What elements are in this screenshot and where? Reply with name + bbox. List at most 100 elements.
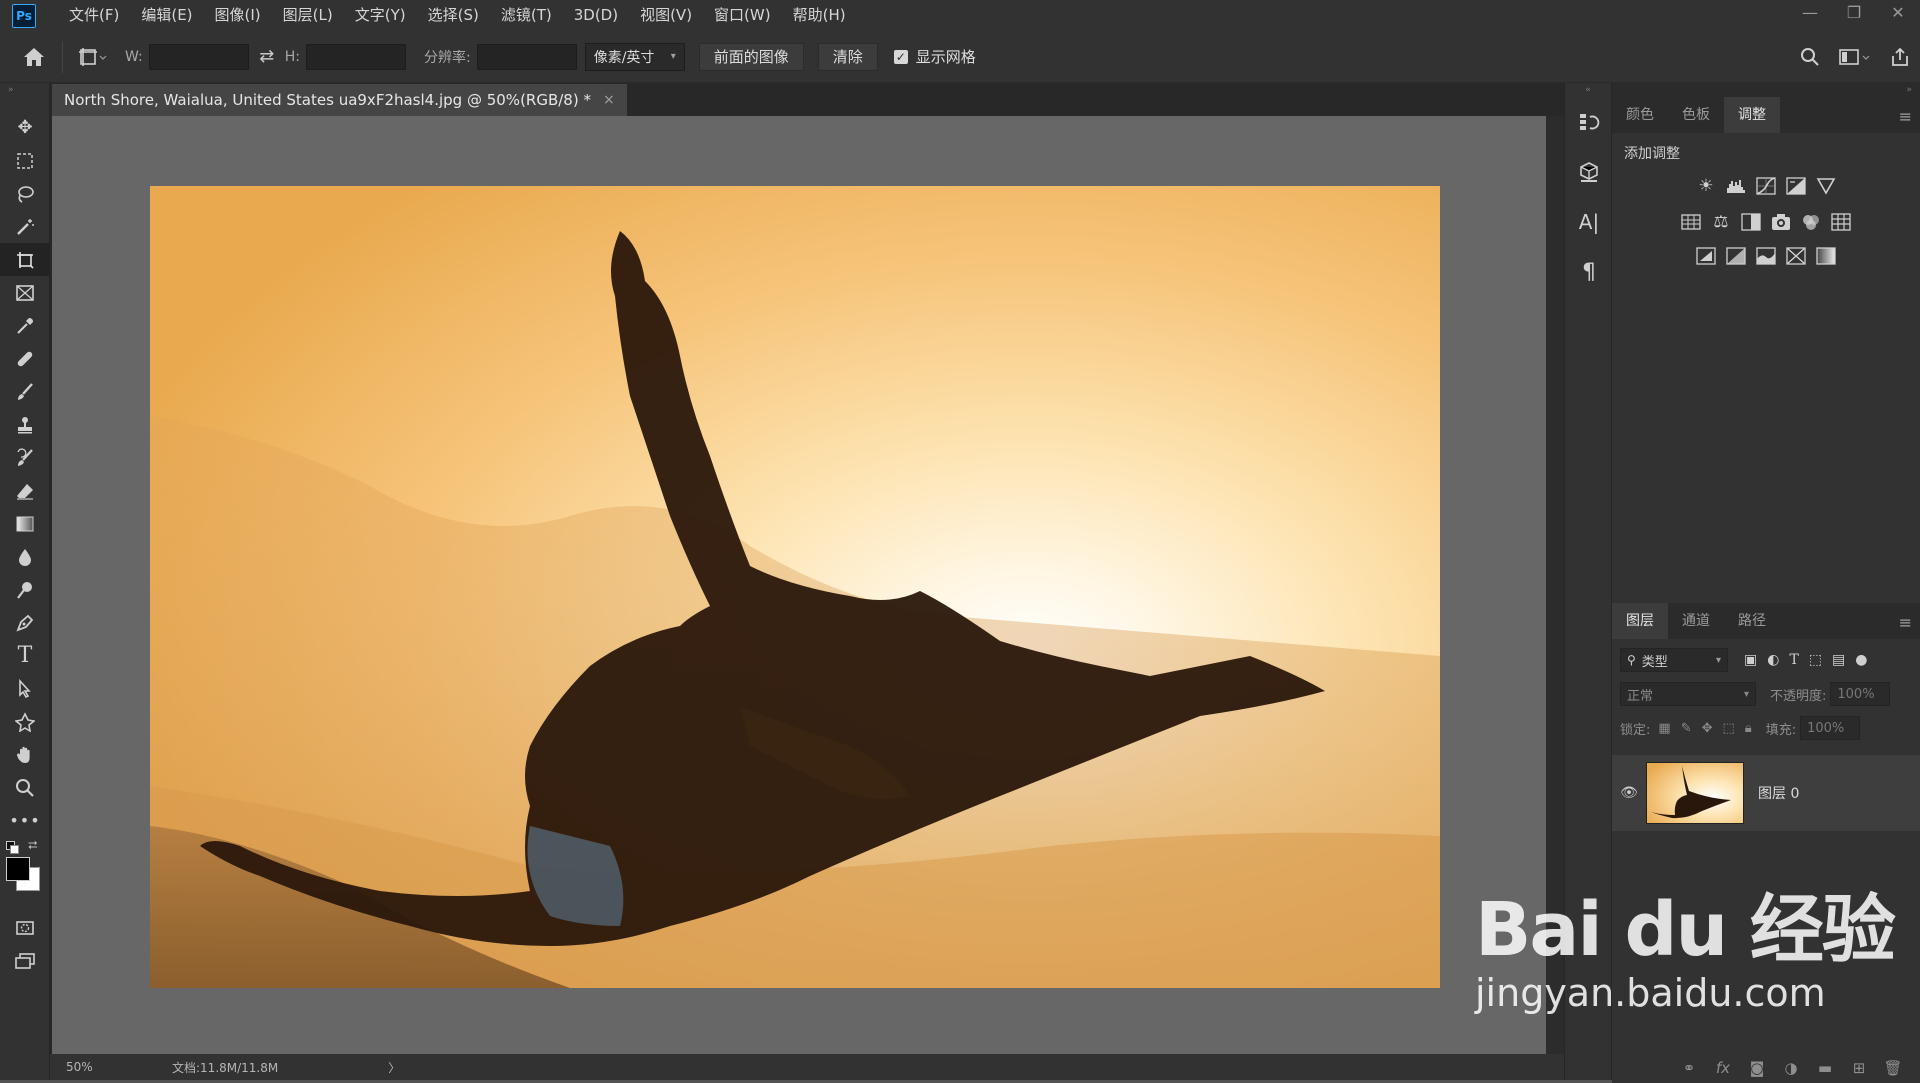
photo-filter-icon[interactable] bbox=[1770, 211, 1792, 233]
restore-button[interactable]: ❐ bbox=[1832, 0, 1876, 24]
dodge-tool-icon[interactable] bbox=[0, 573, 50, 606]
hue-saturation-icon[interactable] bbox=[1680, 211, 1702, 233]
minimize-button[interactable]: — bbox=[1788, 0, 1832, 24]
menu-item-0[interactable]: 文件(F) bbox=[58, 0, 130, 31]
blend-mode-select[interactable]: 正常 ▾ bbox=[1620, 682, 1756, 706]
path-selection-tool-icon[interactable] bbox=[0, 672, 50, 705]
shape-layer-filter-icon[interactable]: ⬚ bbox=[1809, 652, 1822, 668]
custom-shape-tool-icon[interactable] bbox=[0, 705, 50, 738]
tab-layers[interactable]: 图层 bbox=[1612, 603, 1668, 639]
threshold-icon[interactable] bbox=[1755, 245, 1777, 267]
curves-icon[interactable] bbox=[1755, 175, 1777, 197]
lasso-tool-icon[interactable] bbox=[0, 177, 50, 210]
document-image[interactable] bbox=[150, 186, 1440, 988]
color-balance-icon[interactable]: ⚖ bbox=[1710, 211, 1732, 233]
menu-item-10[interactable]: 帮助(H) bbox=[782, 0, 857, 31]
fx-icon[interactable]: fx bbox=[1706, 1059, 1740, 1077]
default-colors-icon[interactable] bbox=[6, 841, 19, 854]
menu-item-3[interactable]: 图层(L) bbox=[272, 0, 344, 31]
delete-layer-icon[interactable]: 🗑︎ bbox=[1876, 1059, 1910, 1077]
tab-adjustments[interactable]: 调整 bbox=[1724, 97, 1780, 133]
adjustment-layer-filter-icon[interactable]: ◐ bbox=[1767, 652, 1779, 668]
visibility-eye-icon[interactable]: 👁︎ bbox=[1612, 785, 1646, 801]
swap-icon[interactable]: ⇄ bbox=[249, 46, 285, 67]
layer-filter-select[interactable]: ⚲ 类型 ▾ bbox=[1620, 648, 1728, 672]
resolution-input[interactable] bbox=[476, 43, 577, 70]
magic-wand-tool-icon[interactable] bbox=[0, 210, 50, 243]
share-icon[interactable] bbox=[1890, 47, 1910, 67]
width-input[interactable] bbox=[148, 43, 249, 70]
levels-icon[interactable] bbox=[1725, 175, 1747, 197]
tab-channels[interactable]: 通道 bbox=[1668, 603, 1724, 639]
menu-item-4[interactable]: 文字(Y) bbox=[344, 0, 417, 31]
menu-item-5[interactable]: 选择(S) bbox=[417, 0, 490, 31]
vibrance-icon[interactable] bbox=[1815, 175, 1837, 197]
brightness-icon[interactable]: ☀ bbox=[1695, 175, 1717, 197]
panel-menu-icon[interactable]: ≡ bbox=[1899, 107, 1912, 126]
healing-brush-tool-icon[interactable] bbox=[0, 342, 50, 375]
workspace-icon[interactable] bbox=[1838, 47, 1872, 67]
filter-toggle-icon[interactable]: ● bbox=[1855, 652, 1867, 668]
layer-name[interactable]: 图层 0 bbox=[1758, 783, 1799, 803]
gradient-tool-icon[interactable] bbox=[0, 507, 50, 540]
screen-mode-icon[interactable] bbox=[0, 944, 50, 977]
menu-item-7[interactable]: 3D(D) bbox=[563, 0, 629, 31]
more-tools-icon[interactable]: ••• bbox=[0, 804, 50, 837]
tab-swatches[interactable]: 色板 bbox=[1668, 97, 1724, 133]
unit-select[interactable]: 像素/英寸 ▾ bbox=[584, 42, 685, 71]
history-brush-tool-icon[interactable] bbox=[0, 441, 50, 474]
paragraph-panel-icon[interactable]: ¶ bbox=[1565, 247, 1613, 297]
perspective-crop-tool-icon[interactable] bbox=[0, 243, 50, 276]
frame-tool-icon[interactable] bbox=[0, 276, 50, 309]
pen-tool-icon[interactable] bbox=[0, 606, 50, 639]
zoom-level[interactable]: 50% bbox=[66, 1060, 156, 1074]
history-panel-icon[interactable] bbox=[1565, 97, 1613, 147]
new-group-icon[interactable]: ▬ bbox=[1808, 1059, 1842, 1077]
menu-item-1[interactable]: 编辑(E) bbox=[130, 0, 203, 31]
posterize-icon[interactable] bbox=[1725, 245, 1747, 267]
opacity-input[interactable]: 100% bbox=[1830, 682, 1891, 706]
move-tool-icon[interactable]: ✥ bbox=[0, 111, 50, 144]
clear-button[interactable]: 清除 bbox=[817, 42, 878, 71]
gradient-map-icon[interactable] bbox=[1815, 245, 1837, 267]
character-panel-icon[interactable]: A| bbox=[1565, 197, 1613, 247]
new-adjustment-icon[interactable]: ◑ bbox=[1774, 1059, 1808, 1077]
close-tab-icon[interactable]: × bbox=[603, 92, 615, 108]
blur-tool-icon[interactable] bbox=[0, 540, 50, 573]
tab-paths[interactable]: 路径 bbox=[1724, 603, 1780, 639]
strip-collapse-icon[interactable]: « bbox=[1565, 83, 1611, 97]
brush-tool-icon[interactable] bbox=[0, 375, 50, 408]
link-layers-icon[interactable]: ⚭ bbox=[1672, 1059, 1706, 1077]
tab-color[interactable]: 颜色 bbox=[1612, 97, 1668, 133]
lock-all-icon[interactable]: 🔒︎ bbox=[1745, 721, 1752, 736]
swap-colors-icon[interactable]: ⮂ bbox=[28, 838, 38, 853]
toolbar-collapse-icon[interactable]: » bbox=[0, 83, 49, 111]
layers-panel-menu-icon[interactable]: ≡ bbox=[1899, 613, 1912, 632]
pixel-layer-filter-icon[interactable]: ▣ bbox=[1744, 652, 1757, 668]
document-tab[interactable]: North Shore, Waialua, United States ua9x… bbox=[52, 84, 627, 116]
hand-tool-icon[interactable] bbox=[0, 738, 50, 771]
black-white-icon[interactable] bbox=[1740, 211, 1762, 233]
height-input[interactable] bbox=[306, 43, 406, 70]
type-tool-icon[interactable]: T bbox=[0, 639, 50, 672]
zoom-tool-icon[interactable] bbox=[0, 771, 50, 804]
layer-row[interactable]: 👁︎ 图层 0 bbox=[1612, 755, 1920, 831]
quick-mask-icon[interactable] bbox=[0, 911, 50, 944]
panels-collapse-icon[interactable]: » bbox=[1612, 83, 1920, 97]
marquee-tool-icon[interactable] bbox=[0, 144, 50, 177]
clone-stamp-tool-icon[interactable] bbox=[0, 408, 50, 441]
eraser-tool-icon[interactable] bbox=[0, 474, 50, 507]
lock-position-icon[interactable]: ✥ bbox=[1702, 721, 1713, 736]
search-icon[interactable] bbox=[1800, 47, 1820, 67]
invert-icon[interactable] bbox=[1695, 245, 1717, 267]
lock-artboard-icon[interactable]: ⬚ bbox=[1723, 721, 1735, 736]
lock-image-icon[interactable]: ✎ bbox=[1681, 721, 1692, 736]
type-layer-filter-icon[interactable]: T bbox=[1789, 652, 1798, 668]
selective-color-icon[interactable] bbox=[1785, 245, 1807, 267]
close-button[interactable]: ✕ bbox=[1876, 0, 1920, 24]
3d-panel-icon[interactable] bbox=[1565, 147, 1613, 197]
checkbox-checked-icon[interactable]: ✓ bbox=[893, 49, 908, 64]
channel-mixer-icon[interactable] bbox=[1800, 211, 1822, 233]
smart-object-filter-icon[interactable]: ▤ bbox=[1832, 652, 1845, 668]
color-lookup-icon[interactable] bbox=[1830, 211, 1852, 233]
